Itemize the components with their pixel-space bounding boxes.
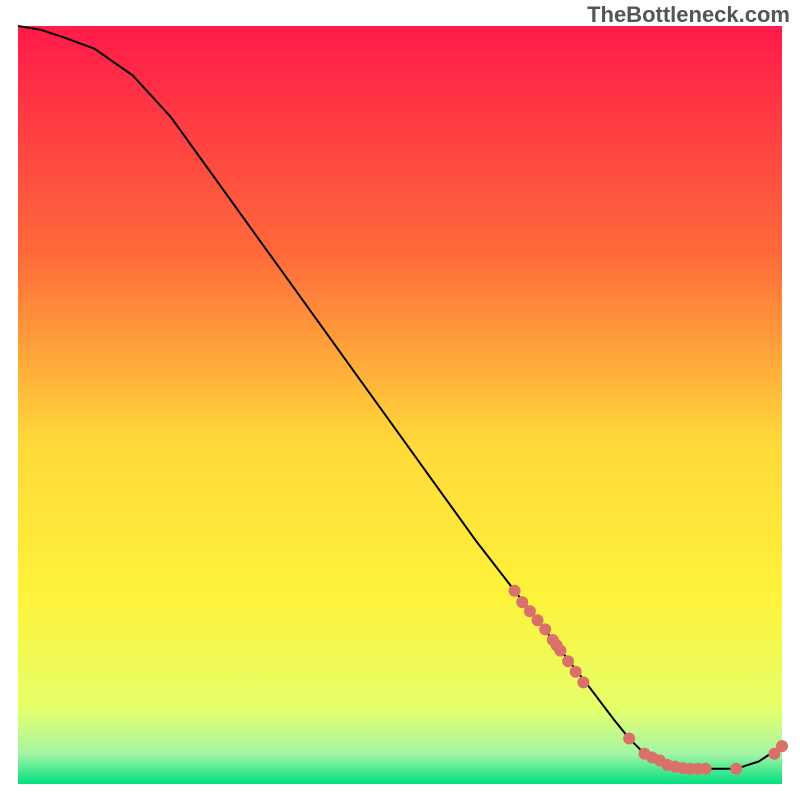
- highlight-point: [570, 666, 582, 678]
- highlight-point: [509, 585, 521, 597]
- plot-background: [18, 26, 782, 784]
- highlight-point: [776, 740, 788, 752]
- highlight-point: [562, 655, 574, 667]
- highlight-point: [532, 614, 544, 626]
- highlight-point: [730, 763, 742, 775]
- chart-container: TheBottleneck.com: [0, 0, 800, 800]
- highlight-point: [539, 623, 551, 635]
- highlight-point: [554, 645, 566, 657]
- highlight-point: [516, 596, 528, 608]
- highlight-point: [577, 676, 589, 688]
- bottleneck-chart: [0, 0, 800, 800]
- watermark-label: TheBottleneck.com: [587, 2, 790, 28]
- highlight-point: [623, 733, 635, 745]
- highlight-point: [700, 763, 712, 775]
